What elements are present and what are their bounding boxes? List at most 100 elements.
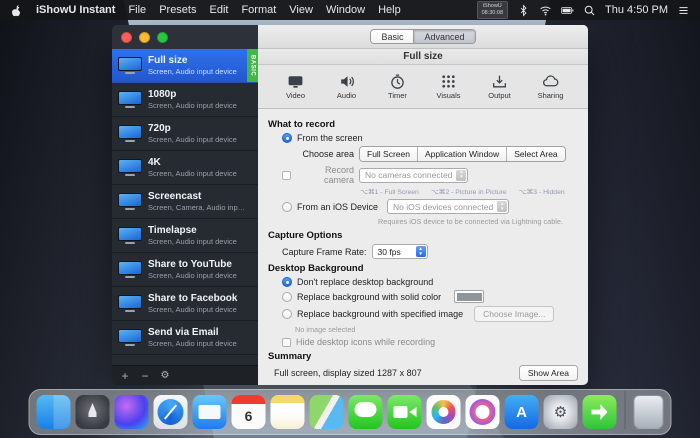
- preset-item-send-email[interactable]: Send via Email Screen, Audio input devic…: [112, 321, 258, 355]
- menu-item-file[interactable]: File: [128, 4, 146, 16]
- popup-arrows-icon: ▲▼: [497, 201, 507, 212]
- solid-color-radio[interactable]: [282, 292, 292, 302]
- color-swatch: [457, 293, 482, 301]
- tab-advanced[interactable]: Advanced: [413, 30, 474, 43]
- dock-separator: [625, 391, 626, 429]
- solid-color-label: Replace background with solid color: [297, 292, 441, 302]
- zoom-button[interactable]: [157, 32, 168, 43]
- tab-basic[interactable]: Basic: [371, 30, 413, 43]
- toolbar-tab-video[interactable]: Video: [278, 73, 314, 100]
- notification-center-icon[interactable]: [677, 4, 690, 17]
- preset-item-timelapse[interactable]: Timelapse Screen, Audio input device: [112, 219, 258, 253]
- menu-item-format[interactable]: Format: [241, 4, 276, 16]
- apple-menu-icon[interactable]: [10, 4, 23, 17]
- menu-bar-left: iShowU Instant File Presets Edit Format …: [10, 4, 401, 17]
- safari-icon[interactable]: [154, 395, 188, 429]
- preset-gear-button[interactable]: ⚙: [156, 371, 174, 381]
- monitor-icon: [118, 159, 142, 176]
- dont-replace-radio[interactable]: [282, 277, 292, 287]
- preset-item-share-facebook[interactable]: Share to Facebook Screen, Audio input de…: [112, 287, 258, 321]
- hide-icons-checkbox[interactable]: [282, 338, 291, 347]
- full-screen-button[interactable]: Full Screen: [360, 147, 417, 161]
- menu-bar: iShowU Instant File Presets Edit Format …: [0, 0, 700, 20]
- toolbar-tab-visuals[interactable]: Visuals: [431, 73, 467, 100]
- area-button-group: Full Screen Application Window Select Ar…: [359, 146, 566, 162]
- specified-image-radio[interactable]: [282, 309, 292, 319]
- preset-list: Full size Screen, Audio input device BAS…: [112, 49, 258, 365]
- bluetooth-icon[interactable]: [517, 4, 530, 17]
- monitor-icon: [118, 261, 142, 278]
- show-area-button[interactable]: Show Area: [519, 365, 578, 381]
- hotkey-pip: ⌥⌘2 - Picture in Picture: [431, 188, 507, 196]
- calendar-icon[interactable]: 6: [232, 395, 266, 429]
- messages-icon[interactable]: [349, 395, 383, 429]
- preset-item-1080p[interactable]: 1080p Screen, Audio input device: [112, 83, 258, 117]
- facetime-icon[interactable]: [388, 395, 422, 429]
- preset-item-share-youtube[interactable]: Share to YouTube Screen, Audio input dev…: [112, 253, 258, 287]
- itunes-icon[interactable]: ♪: [466, 395, 500, 429]
- toolbar-label: Video: [286, 91, 305, 100]
- menu-item-help[interactable]: Help: [378, 4, 401, 16]
- basic-ribbon: BASIC: [247, 49, 258, 82]
- app-store-icon[interactable]: A: [505, 395, 539, 429]
- preset-item-720p[interactable]: 720p Screen, Audio input device: [112, 117, 258, 151]
- color-well[interactable]: [454, 290, 484, 303]
- toolbar-tab-timer[interactable]: Timer: [380, 73, 416, 100]
- preset-item-4k[interactable]: 4K Screen, Audio input device: [112, 151, 258, 185]
- search-icon[interactable]: [583, 4, 596, 17]
- remove-preset-button[interactable]: −: [136, 370, 154, 382]
- preset-title: Full size: [148, 55, 237, 68]
- maps-icon[interactable]: [310, 395, 344, 429]
- window-titlebar[interactable]: Basic Advanced: [258, 25, 588, 49]
- minimize-button[interactable]: [139, 32, 150, 43]
- window-titlebar-left[interactable]: [112, 25, 258, 49]
- toolbar-tab-sharing[interactable]: Sharing: [533, 73, 569, 100]
- ishowu-dock-icon[interactable]: [583, 395, 617, 429]
- toolbar-label: Visuals: [436, 91, 460, 100]
- menu-app-name[interactable]: iShowU Instant: [36, 4, 115, 16]
- mail-icon[interactable]: [193, 395, 227, 429]
- status-badge-line2: 08:30:08: [482, 10, 503, 17]
- photos-icon[interactable]: [427, 395, 461, 429]
- settings-toolbar: Video Audio Timer Visuals Output: [258, 65, 588, 109]
- frame-rate-label: Capture Frame Rate:: [282, 247, 367, 257]
- menu-item-edit[interactable]: Edit: [209, 4, 228, 16]
- solid-color-row: Replace background with solid color: [282, 290, 578, 303]
- launchpad-icon[interactable]: [76, 395, 110, 429]
- menu-item-view[interactable]: View: [289, 4, 313, 16]
- timer-icon: [389, 73, 406, 90]
- hide-icons-label: Hide desktop icons while recording: [296, 337, 435, 347]
- settings-content: What to record From the screen Choose ar…: [258, 109, 588, 385]
- close-button[interactable]: [121, 32, 132, 43]
- preset-item-full-size[interactable]: Full size Screen, Audio input device BAS…: [112, 49, 258, 83]
- section-capture-options: Capture Options: [268, 230, 578, 241]
- ishowu-status-badge[interactable]: iShowU 08:30:08: [477, 1, 508, 18]
- application-window-button[interactable]: Application Window: [417, 147, 506, 161]
- trash-icon[interactable]: [634, 395, 664, 429]
- toolbar-tab-audio[interactable]: Audio: [329, 73, 365, 100]
- select-area-button[interactable]: Select Area: [506, 147, 564, 161]
- add-preset-button[interactable]: +: [116, 370, 134, 382]
- camera-popup[interactable]: No cameras connected ▲▼: [359, 168, 468, 183]
- monitor-icon: [118, 329, 142, 346]
- gear-glyph: ⚙: [544, 395, 578, 429]
- ios-device-popup[interactable]: No iOS devices connected ▲▼: [387, 199, 509, 214]
- frame-rate-popup[interactable]: 30 fps ▲▼: [372, 244, 428, 259]
- toolbar-tab-output[interactable]: Output: [482, 73, 518, 100]
- menu-item-presets[interactable]: Presets: [159, 4, 196, 16]
- battery-icon[interactable]: [561, 4, 574, 17]
- finder-icon[interactable]: [37, 395, 71, 429]
- from-screen-radio[interactable]: [282, 133, 292, 143]
- record-camera-checkbox[interactable]: [282, 171, 291, 180]
- siri-icon[interactable]: [115, 395, 149, 429]
- notes-icon[interactable]: [271, 395, 305, 429]
- menu-clock[interactable]: Thu 4:50 PM: [605, 4, 668, 16]
- section-what-to-record: What to record: [268, 119, 578, 130]
- preset-item-screencast[interactable]: Screencast Screen, Camera, Audio input..…: [112, 185, 258, 219]
- choose-image-button[interactable]: Choose Image...: [474, 306, 554, 322]
- system-preferences-icon[interactable]: ⚙: [544, 395, 578, 429]
- ios-note: Requires iOS device to be connected via …: [378, 217, 578, 226]
- menu-item-window[interactable]: Window: [326, 4, 365, 16]
- from-ios-radio[interactable]: [282, 202, 292, 212]
- wifi-icon[interactable]: [539, 4, 552, 17]
